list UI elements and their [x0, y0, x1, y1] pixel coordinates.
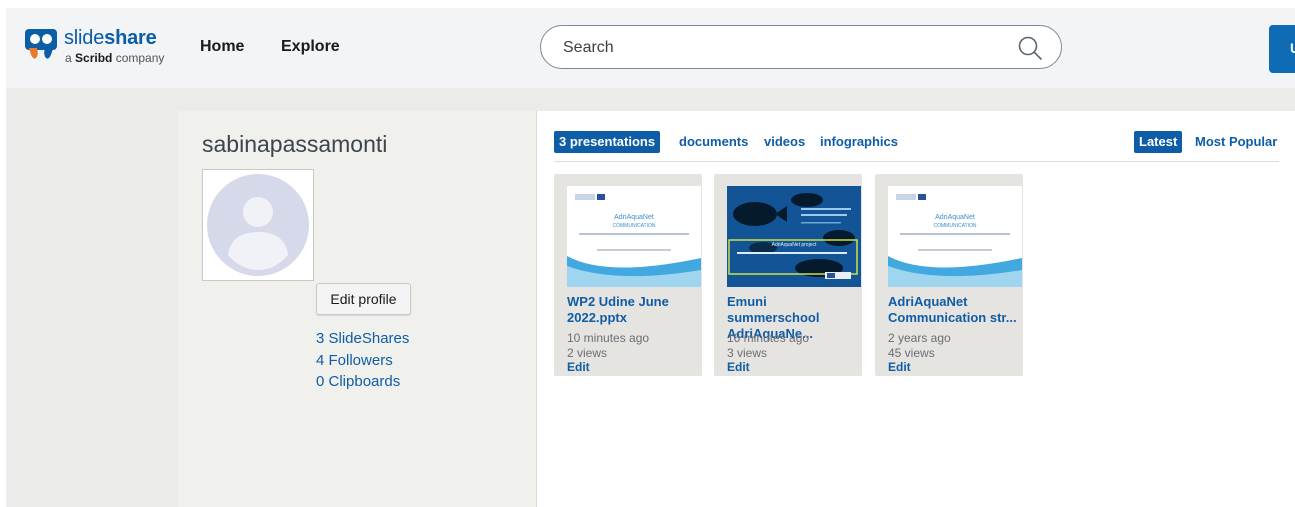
avatar	[202, 169, 314, 281]
logo-tagline: a Scribd company	[65, 51, 165, 65]
presentation-time: 2 years ago	[888, 331, 951, 345]
edit-presentation-link[interactable]: Edit	[888, 360, 911, 374]
logo-wordmark: slideshare	[64, 27, 157, 49]
default-avatar-icon	[207, 174, 309, 276]
profile-username: sabinapassamonti	[202, 131, 388, 157]
sort-latest[interactable]: Latest	[1134, 131, 1183, 153]
tab-infographics[interactable]: infographics	[820, 131, 898, 153]
tabs-divider	[554, 161, 1279, 162]
upload-button[interactable]: U	[1269, 25, 1295, 73]
slide-wave-graphic: AdriAquaNet COMMUNICATION	[888, 194, 1022, 287]
presentation-thumbnail[interactable]: AdriAquaNet COMMUNICATION	[567, 186, 701, 287]
svg-text:AdriAquaNet project: AdriAquaNet project	[772, 242, 817, 248]
svg-text:AdriAquaNet: AdriAquaNet	[614, 214, 654, 221]
slide-fish-graphic: AdriAquaNet project	[727, 186, 861, 287]
profile-panel: sabinapassamonti Edit profile 3 SlideSha…	[178, 111, 537, 507]
tab-videos[interactable]: videos	[764, 131, 805, 153]
svg-text:AdriAquaNet: AdriAquaNet	[935, 214, 975, 221]
presentation-time: 16 minutes ago	[727, 331, 810, 345]
presentation-thumbnail[interactable]: AdriAquaNet project	[727, 186, 861, 287]
svg-text:COMMUNICATION: COMMUNICATION	[934, 223, 977, 229]
slide-wave-graphic: AdriAquaNet COMMUNICATION	[567, 194, 701, 287]
presentation-views: 3 views	[727, 346, 768, 360]
slideshares-count-link[interactable]: 3 SlideShares	[316, 330, 409, 347]
presentation-title-link[interactable]: AdriAquaNet Communication str...	[888, 294, 1020, 326]
nav-explore-link[interactable]: Explore	[281, 38, 340, 56]
slideshare-logo-icon	[25, 29, 57, 59]
top-navigation-bar: slideshare a Scribd company Home Explore…	[6, 8, 1295, 88]
sort-most-popular[interactable]: Most Popular	[1195, 131, 1277, 153]
edit-presentation-link[interactable]: Edit	[567, 360, 590, 374]
clipboards-count-link[interactable]: 0 Clipboards	[316, 373, 400, 390]
search-icon[interactable]	[1017, 35, 1043, 61]
presentation-views: 2 views	[567, 346, 608, 360]
tab-documents[interactable]: documents	[679, 131, 748, 153]
edit-profile-button[interactable]: Edit profile	[316, 283, 411, 315]
presentation-time: 10 minutes ago	[567, 331, 650, 345]
edit-presentation-link[interactable]: Edit	[727, 360, 750, 374]
svg-text:COMMUNICATION: COMMUNICATION	[613, 223, 656, 229]
followers-count-link[interactable]: 4 Followers	[316, 352, 393, 369]
content-area: 3 presentations documents videos infogra…	[537, 111, 1295, 507]
presentation-card[interactable]: AdriAquaNet COMMUNICATION WP2 Udine June…	[554, 174, 702, 376]
nav-home-link[interactable]: Home	[200, 38, 244, 56]
search-box[interactable]	[540, 25, 1062, 69]
presentation-title-link[interactable]: WP2 Udine June 2022.pptx	[567, 294, 699, 326]
search-input[interactable]	[561, 36, 1005, 60]
presentation-thumbnail[interactable]: AdriAquaNet COMMUNICATION	[888, 186, 1022, 287]
tab-presentations[interactable]: 3 presentations	[554, 131, 661, 153]
presentation-card[interactable]: AdriAquaNet project Emuni summerschool A…	[714, 174, 862, 376]
presentation-views: 45 views	[888, 346, 935, 360]
presentation-card[interactable]: AdriAquaNet COMMUNICATION AdriAquaNet Co…	[875, 174, 1023, 376]
